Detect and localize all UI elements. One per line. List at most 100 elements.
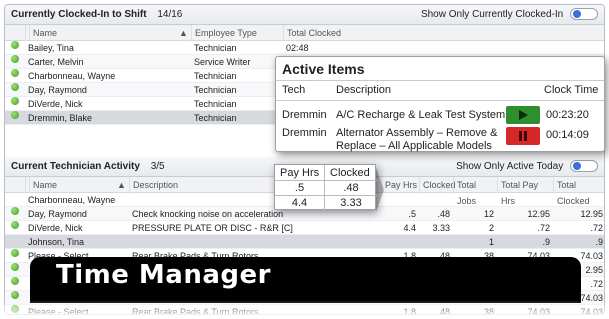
table-row[interactable]: DiVerde, Nick PRESSURE PLATE OR DISC - R&…	[5, 221, 604, 235]
active-item-tech: Dremmin	[282, 127, 327, 139]
pay-hrs: .5	[408, 209, 416, 219]
active-today-toggle-label: Show Only Active Today	[456, 161, 564, 172]
clocked-in-count: 14/16	[157, 9, 183, 20]
popup-divider	[276, 100, 604, 101]
active-today-toggle[interactable]	[570, 160, 598, 173]
total-clocked: .72	[590, 223, 603, 233]
callout-pay-hrs-value: 4.4	[275, 196, 325, 211]
status-dot-icon	[11, 277, 19, 285]
tech-activity-count: 3/5	[150, 161, 165, 172]
header-clock-time: Clock Time	[544, 84, 599, 96]
col-total-pay-hrs[interactable]: Total Pay Hrs	[497, 177, 553, 206]
employee-name: Bailey, Tina	[28, 43, 74, 53]
employee-type: Technician	[194, 85, 237, 95]
activity-description: Check knocking noise on acceleration	[132, 209, 284, 219]
tech-name: Day, Raymond	[28, 209, 87, 219]
col-total-jobs[interactable]: Total Jobs	[453, 177, 497, 206]
active-item-description-line2: Replace – All Applicable Models	[336, 140, 492, 152]
activity-description: PRESSURE PLATE OR DISC - R&R [C]	[132, 223, 293, 233]
table-row[interactable]: Johnson, Tina 1 .9 .9	[5, 235, 604, 249]
status-dot-icon	[11, 83, 19, 91]
play-icon	[519, 110, 528, 120]
employee-type: Technician	[194, 113, 237, 123]
employee-type: Technician	[194, 99, 237, 109]
tech-name: Charbonneau, Wayne	[28, 195, 116, 205]
col-employee-type[interactable]: Employee Type	[191, 25, 283, 41]
header-description: Description	[336, 84, 392, 96]
status-dot-icon	[11, 249, 19, 257]
callout-pay-hrs-value: .5	[275, 181, 325, 196]
callout-clocked-value: .48	[325, 181, 377, 196]
toggle-knob	[573, 10, 581, 19]
sort-up-icon: ▲	[117, 180, 126, 190]
employee-name: DiVerde, Nick	[28, 99, 83, 109]
col-name[interactable]: Name ▲	[25, 25, 191, 41]
table-row[interactable]: Bailey, Tina Technician 02:48	[5, 41, 604, 55]
status-dot-icon	[11, 111, 19, 119]
col-clocked[interactable]: Clocked	[419, 177, 456, 193]
total-pay-hrs: 12.95	[527, 209, 550, 219]
callout-header-clocked: Clocked	[325, 165, 377, 181]
status-dot-icon	[11, 97, 19, 105]
active-item-tech: Dremmin	[282, 109, 327, 121]
col-pay-hrs[interactable]: Pay Hrs	[381, 177, 419, 193]
employee-name: Day, Raymond	[28, 85, 87, 95]
bottom-fade	[0, 300, 609, 319]
active-items-title: Active Items	[282, 61, 365, 77]
total-pay-hrs: .72	[537, 223, 550, 233]
sort-up-icon: ▲	[179, 28, 188, 38]
banner-title: Time Manager	[56, 260, 271, 290]
tech-name: DiVerde, Nick	[28, 223, 83, 233]
col-tech-name[interactable]: Name ▲	[25, 177, 129, 193]
col-total-clocked[interactable]: Total Clocked	[283, 25, 604, 41]
active-today-filter: Show Only Active Today	[456, 160, 598, 174]
callout-shadow	[376, 168, 384, 212]
pay-hrs: 4.4	[403, 223, 416, 233]
employee-name: Charbonneau, Wayne	[28, 71, 116, 81]
status-dot-icon	[11, 221, 19, 229]
total-jobs: 12	[483, 209, 494, 219]
header-tech: Tech	[282, 84, 306, 96]
total-jobs: 1	[488, 237, 494, 247]
clocked: 3.33	[432, 223, 450, 233]
status-dot-icon	[11, 263, 19, 271]
clocked-in-panel-header: Currently Clocked-In to Shift 14/16 Show…	[5, 5, 604, 25]
col-total-clocked[interactable]: Total Clocked	[553, 177, 604, 206]
active-item-clock-time: 00:23:20	[546, 109, 589, 121]
total-clocked: 12.95	[580, 209, 603, 219]
popup-divider	[276, 80, 604, 81]
callout-clocked-value: 3.33	[340, 197, 362, 209]
tech-name: Johnson, Tina	[28, 237, 85, 247]
pause-icon	[519, 131, 527, 141]
active-item-description-line1: Alternator Assembly – Remove &	[336, 127, 498, 139]
total-pay-hrs: .9	[542, 237, 550, 247]
clocked-in-column-header: Name ▲ Employee Type Total Clocked	[5, 25, 604, 41]
clocked-in-toggle-label: Show Only Currently Clocked-In	[420, 9, 564, 20]
pause-button[interactable]	[506, 127, 540, 145]
active-item-clock-time: 00:14:09	[546, 129, 589, 141]
employee-type: Technician	[194, 71, 237, 81]
status-dot-icon	[11, 55, 19, 63]
employee-type: Technician	[194, 43, 237, 53]
employee-name: Carter, Melvin	[28, 57, 84, 67]
callout-header-pay-hrs: Pay Hrs	[275, 165, 325, 181]
toggle-knob	[573, 162, 581, 171]
clocked-in-filter: Show Only Currently Clocked-In	[421, 8, 598, 22]
employee-type: Service Writer	[194, 57, 251, 67]
clocked-in-title: Currently Clocked-In to Shift	[11, 9, 147, 20]
status-dot-icon	[11, 41, 19, 49]
status-dot-icon	[11, 207, 19, 215]
total-clocked: 02:48	[286, 43, 309, 53]
pay-hours-callout: Pay Hrs Clocked .5 .48 4.4 3.33	[274, 164, 377, 211]
resume-button[interactable]	[506, 106, 540, 124]
total-clocked: .9	[595, 237, 603, 247]
clocked: .48	[437, 209, 450, 219]
clocked-in-toggle[interactable]	[570, 8, 598, 21]
tech-activity-title: Current Technician Activity	[11, 161, 140, 172]
status-dot-icon	[11, 291, 19, 299]
employee-name: Dremmin, Blake	[28, 113, 93, 123]
total-jobs: 2	[488, 223, 494, 233]
active-item-description: A/C Recharge & Leak Test System	[336, 109, 506, 121]
status-dot-icon	[11, 69, 19, 77]
active-items-popup: Active Items Tech Description Clock Time…	[275, 56, 605, 152]
